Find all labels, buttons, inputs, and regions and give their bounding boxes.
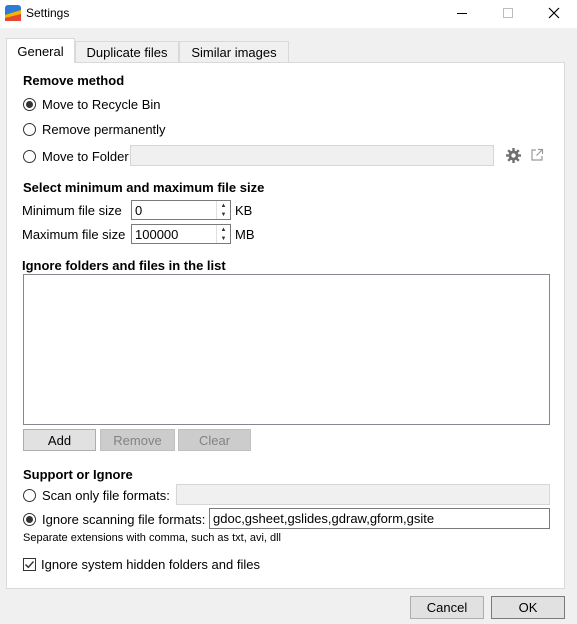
ok-button[interactable]: OK — [491, 596, 565, 619]
min-size-unit: KB — [235, 203, 253, 218]
gear-icon[interactable] — [505, 147, 522, 164]
ignore-list-title: Ignore folders and files in the list — [22, 258, 226, 273]
checkbox[interactable] — [23, 558, 36, 571]
open-external-icon[interactable] — [530, 148, 544, 162]
radio-move-to-folder-label: Move to Folder — [42, 149, 129, 164]
ignore-formats-field[interactable]: gdoc,gsheet,gslides,gdraw,gform,gsite — [209, 508, 550, 529]
radio-recycle-bin[interactable]: Move to Recycle Bin — [23, 97, 223, 115]
app-icon — [5, 5, 21, 21]
max-size-unit: MB — [235, 227, 255, 242]
tab-duplicate-files[interactable]: Duplicate files — [75, 41, 179, 63]
ignore-hidden-checkbox[interactable]: Ignore system hidden folders and files — [23, 557, 283, 575]
clear-button[interactable]: Clear — [178, 429, 251, 451]
min-size-spin-buttons: ▲ ▼ — [216, 201, 230, 219]
spin-down-icon[interactable]: ▼ — [217, 234, 230, 243]
radio-ignore-formats-label: Ignore scanning file formats: — [42, 512, 206, 527]
max-size-stepper[interactable]: 100000 ▲ ▼ — [131, 224, 231, 244]
spin-up-icon[interactable]: ▲ — [217, 225, 230, 234]
close-button[interactable] — [531, 0, 577, 26]
window-title: Settings — [26, 6, 70, 20]
min-size-label: Minimum file size — [22, 203, 122, 218]
file-size-title: Select minimum and maximum file size — [23, 180, 265, 195]
max-size-spin-buttons: ▲ ▼ — [216, 225, 230, 243]
radio-ignore-formats[interactable]: Ignore scanning file formats: — [23, 512, 208, 530]
radio-button[interactable] — [23, 513, 36, 526]
general-panel: Remove method Move to Recycle Bin Remove… — [6, 62, 565, 589]
ignore-hidden-label: Ignore system hidden folders and files — [41, 557, 260, 572]
max-size-value: 100000 — [135, 227, 179, 242]
scan-only-formats-field[interactable] — [176, 484, 550, 505]
spin-up-icon[interactable]: ▲ — [217, 201, 230, 210]
radio-remove-permanently[interactable]: Remove permanently — [23, 122, 223, 140]
minimize-button[interactable] — [439, 0, 485, 26]
radio-button[interactable] — [23, 123, 36, 136]
tab-general[interactable]: General — [6, 38, 75, 63]
radio-recycle-bin-label: Move to Recycle Bin — [42, 97, 161, 112]
cancel-button[interactable]: Cancel — [410, 596, 484, 619]
checkmark-icon — [25, 561, 35, 569]
maximize-button[interactable] — [485, 0, 531, 26]
radio-scan-only[interactable]: Scan only file formats: — [23, 488, 173, 506]
title-bar: Settings — [0, 0, 577, 28]
folder-path-field[interactable] — [130, 145, 494, 166]
radio-button[interactable] — [23, 98, 36, 111]
radio-button[interactable] — [23, 489, 36, 502]
extensions-hint: Separate extensions with comma, such as … — [23, 532, 282, 544]
add-button[interactable]: Add — [23, 429, 96, 451]
minimize-icon — [457, 13, 467, 14]
support-title: Support or Ignore — [23, 467, 133, 482]
max-size-label: Maximum file size — [22, 227, 126, 242]
close-icon — [548, 7, 560, 19]
maximize-icon — [503, 8, 513, 18]
min-size-value: 0 — [135, 203, 143, 218]
spin-down-icon[interactable]: ▼ — [217, 210, 230, 219]
remove-method-title: Remove method — [23, 73, 125, 88]
ignore-list[interactable] — [23, 274, 550, 425]
radio-button[interactable] — [23, 150, 36, 163]
remove-button[interactable]: Remove — [100, 429, 175, 451]
radio-scan-only-label: Scan only file formats: — [42, 488, 170, 503]
radio-remove-permanently-label: Remove permanently — [42, 122, 166, 137]
radio-move-to-folder[interactable]: Move to Folder — [23, 149, 133, 167]
tab-similar-images[interactable]: Similar images — [179, 41, 289, 63]
min-size-stepper[interactable]: 0 ▲ ▼ — [131, 200, 231, 220]
